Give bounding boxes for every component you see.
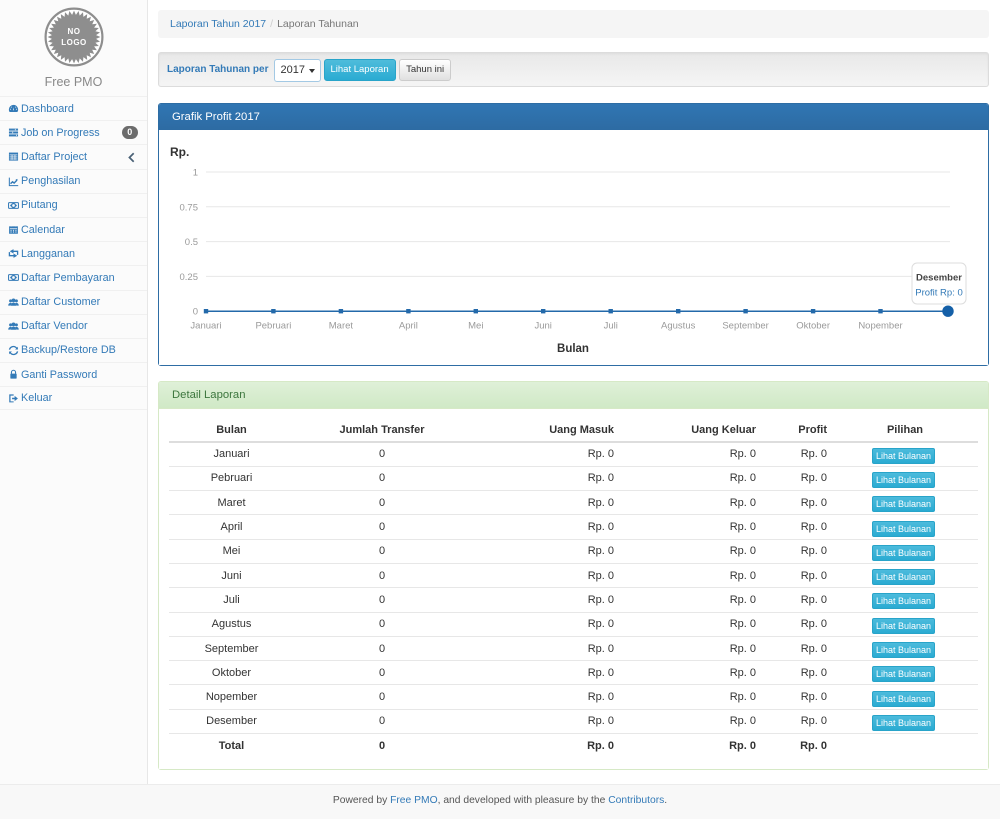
- svg-text:Nopember: Nopember: [858, 321, 902, 332]
- svg-text:Pebruari: Pebruari: [255, 321, 291, 332]
- svg-text:Oktober: Oktober: [796, 321, 830, 332]
- svg-text:Bulan: Bulan: [557, 343, 589, 355]
- svg-text:September: September: [722, 321, 768, 332]
- svg-text:0: 0: [193, 307, 198, 318]
- svg-text:0.25: 0.25: [180, 272, 199, 283]
- svg-text:NO: NO: [67, 27, 80, 36]
- svg-text:April: April: [399, 321, 418, 332]
- svg-text:Juli: Juli: [604, 321, 618, 332]
- svg-text:Januari: Januari: [190, 321, 221, 332]
- svg-text:Rp.: Rp.: [170, 145, 189, 159]
- svg-text:LOGO: LOGO: [61, 38, 87, 47]
- svg-text:1: 1: [193, 168, 198, 179]
- svg-text:Desember: Desember: [916, 273, 962, 284]
- svg-text:0.75: 0.75: [180, 202, 199, 213]
- svg-text:Maret: Maret: [329, 321, 354, 332]
- svg-text:Mei: Mei: [468, 321, 483, 332]
- svg-text:0.5: 0.5: [185, 237, 198, 248]
- svg-text:Profit Rp: 0: Profit Rp: 0: [915, 288, 963, 299]
- svg-text:Agustus: Agustus: [661, 321, 696, 332]
- svg-text:Juni: Juni: [534, 321, 551, 332]
